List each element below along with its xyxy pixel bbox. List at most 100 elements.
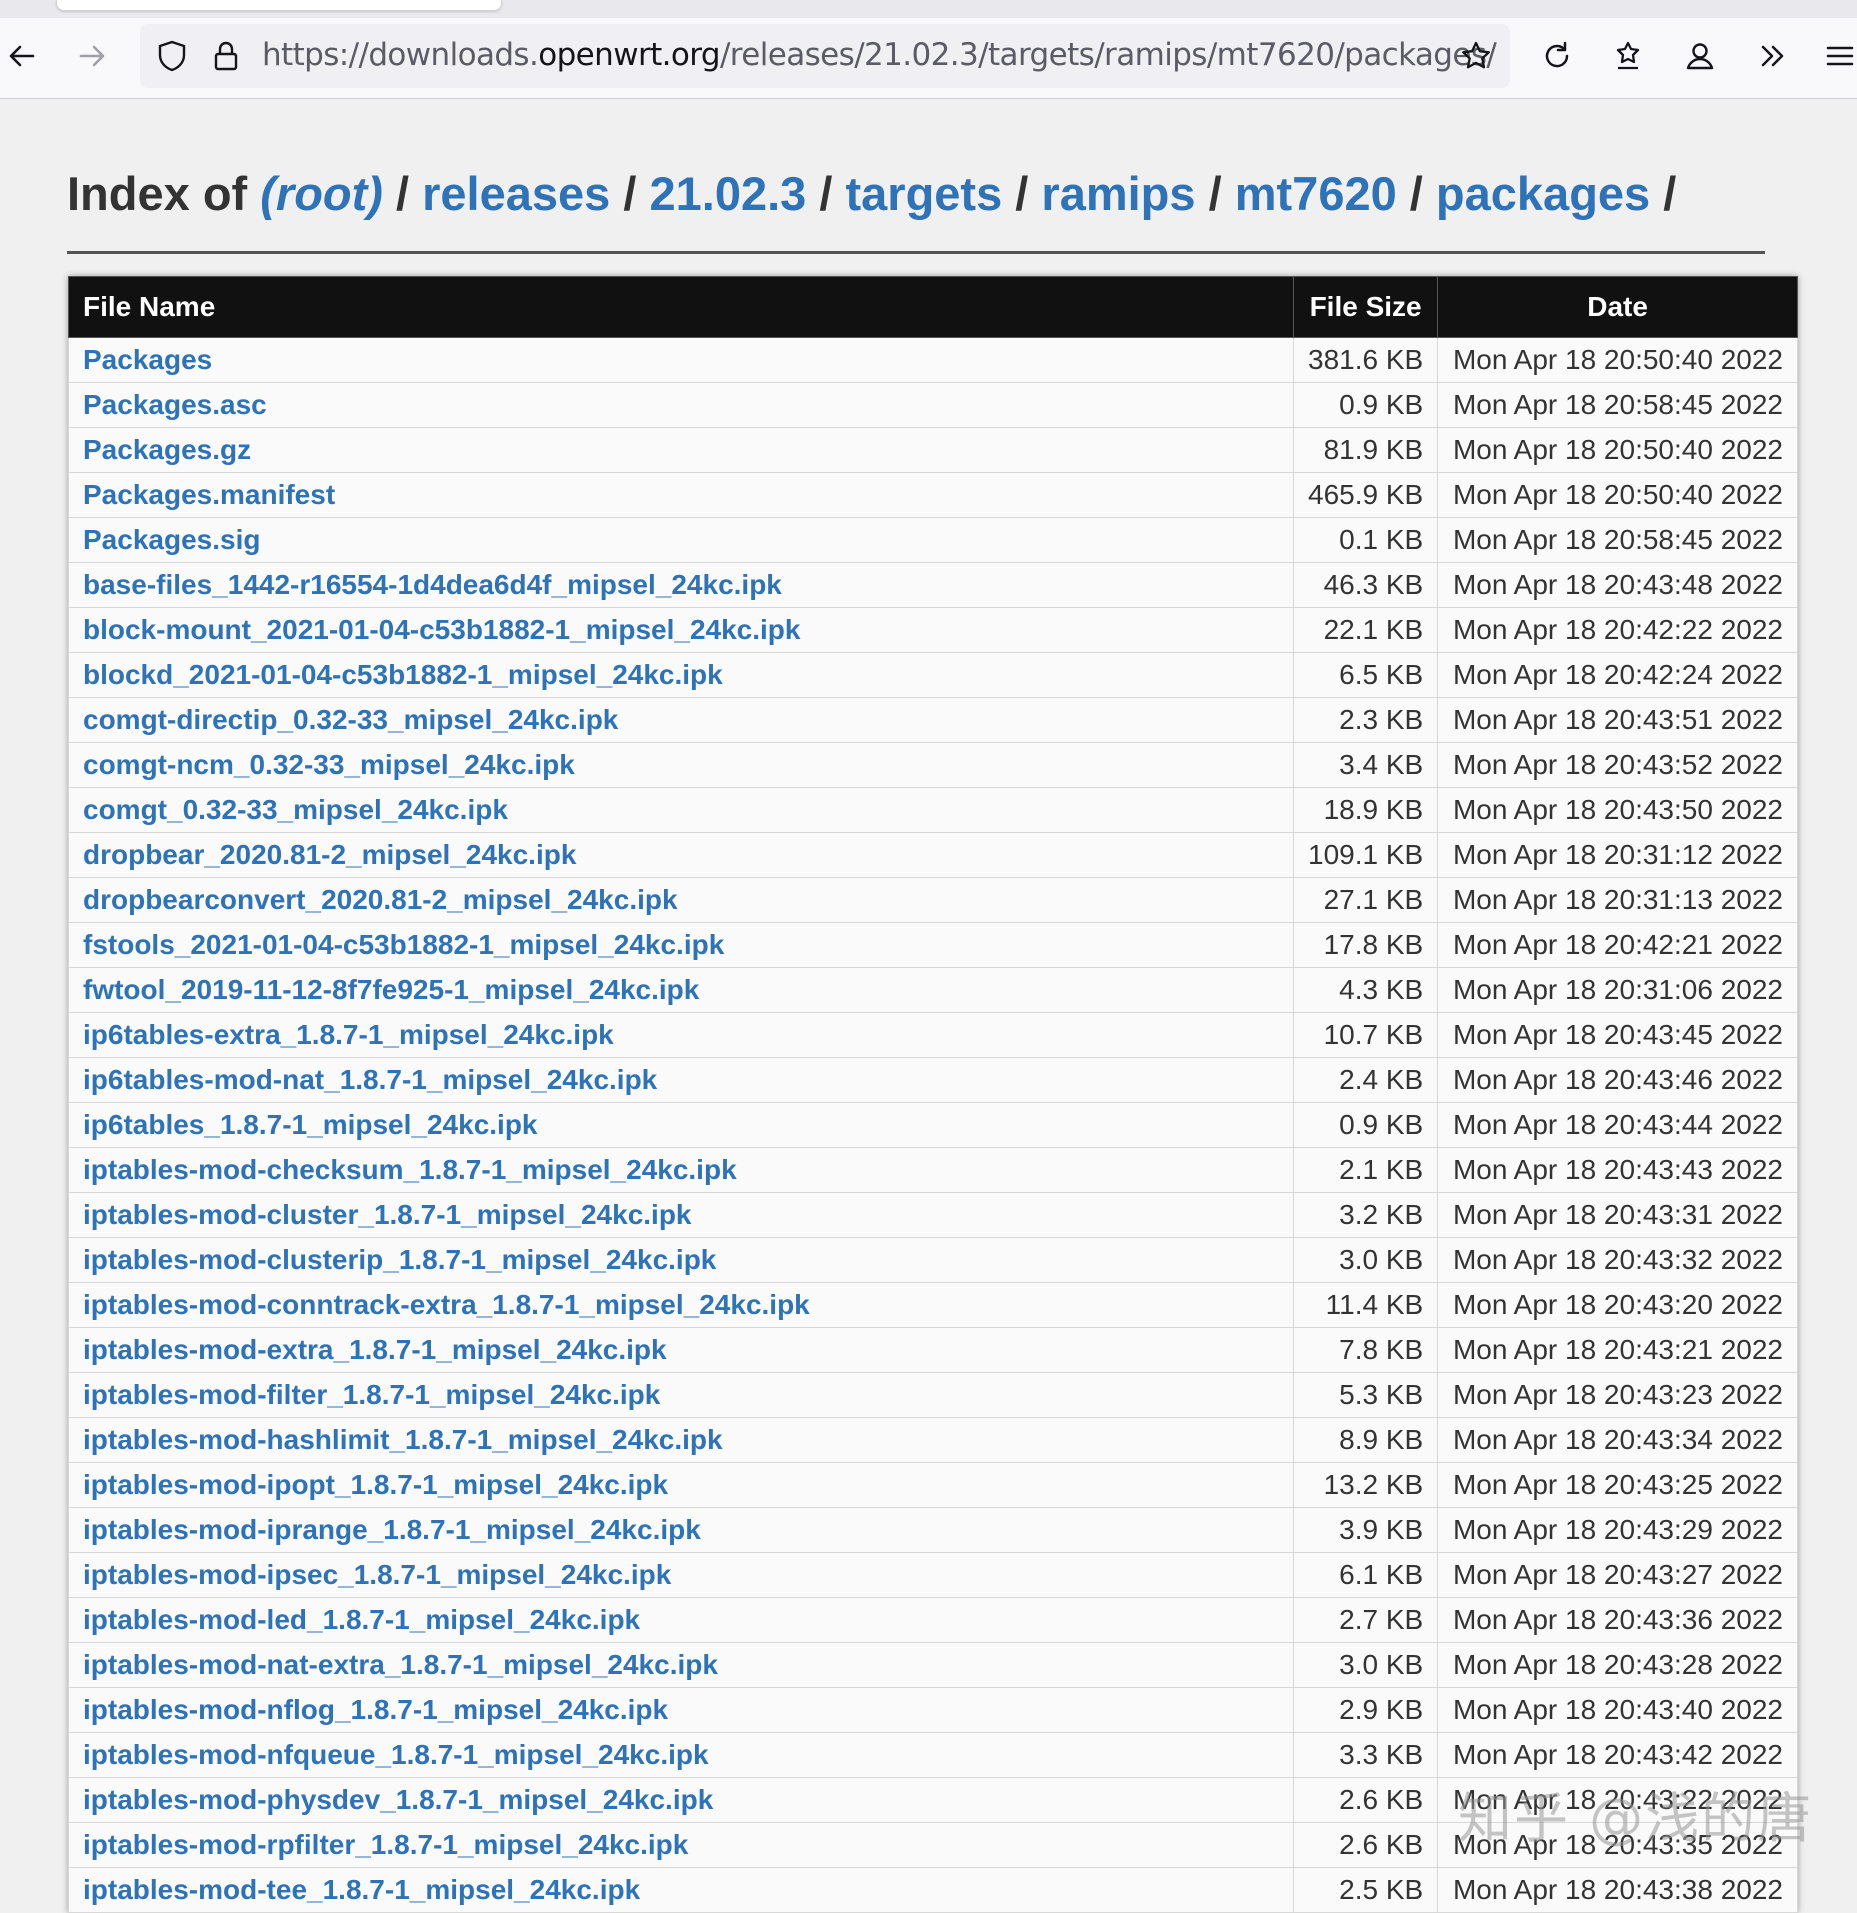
back-button[interactable] <box>0 34 44 78</box>
file-link[interactable]: iptables-mod-led_1.8.7-1_mipsel_24kc.ipk <box>83 1604 640 1635</box>
breadcrumb-root[interactable]: (root) <box>260 167 383 220</box>
table-row: ip6tables_1.8.7-1_mipsel_24kc.ipk 0.9 KB M… <box>68 1102 1798 1148</box>
file-link[interactable]: iptables-mod-ipopt_1.8.7-1_mipsel_24kc.i… <box>83 1469 668 1500</box>
file-name-cell: ip6tables_1.8.7-1_mipsel_24kc.ipk <box>68 1102 1294 1148</box>
breadcrumb-separator: / <box>1208 167 1222 220</box>
breadcrumb-targets[interactable]: targets <box>845 167 1002 220</box>
file-date-cell: Mon Apr 18 20:43:46 2022 <box>1437 1057 1798 1103</box>
breadcrumb-packages[interactable]: packages <box>1436 167 1650 220</box>
menu-button[interactable] <box>1818 34 1857 78</box>
file-link[interactable]: iptables-mod-cluster_1.8.7-1_mipsel_24kc… <box>83 1199 692 1230</box>
file-link[interactable]: dropbear_2020.81-2_mipsel_24kc.ipk <box>83 839 576 870</box>
breadcrumb-releases[interactable]: releases <box>422 167 610 220</box>
extensions-button[interactable] <box>1606 34 1650 78</box>
file-link[interactable]: ip6tables_1.8.7-1_mipsel_24kc.ipk <box>83 1109 538 1140</box>
file-size-cell: 11.4 KB <box>1292 1282 1439 1328</box>
file-date-cell: Mon Apr 18 20:31:12 2022 <box>1437 832 1798 878</box>
active-tab[interactable] <box>56 0 502 11</box>
file-date-cell: Mon Apr 18 20:43:31 2022 <box>1437 1192 1798 1238</box>
table-row: Packages.gz 81.9 KB Mon Apr 18 20:50:40 20… <box>68 427 1798 473</box>
file-link[interactable]: fstools_2021-01-04-c53b1882-1_mipsel_24k… <box>83 929 724 960</box>
table-row: ip6tables-mod-nat_1.8.7-1_mipsel_24kc.ip… <box>68 1057 1798 1103</box>
file-link[interactable]: comgt-directip_0.32-33_mipsel_24kc.ipk <box>83 704 618 735</box>
breadcrumb-ramips[interactable]: ramips <box>1041 167 1195 220</box>
file-link[interactable]: Packages <box>83 344 212 375</box>
forward-button[interactable] <box>70 34 114 78</box>
file-link[interactable]: iptables-mod-clusterip_1.8.7-1_mipsel_24… <box>83 1244 716 1275</box>
file-date-cell: Mon Apr 18 20:58:45 2022 <box>1437 517 1798 563</box>
file-size-cell: 6.1 KB <box>1292 1552 1439 1598</box>
file-size-cell: 22.1 KB <box>1292 607 1439 653</box>
file-name-cell: Packages <box>68 337 1294 383</box>
browser-toolbar: https://downloads.openwrt.org/releases/2… <box>0 0 1857 99</box>
file-link[interactable]: comgt_0.32-33_mipsel_24kc.ipk <box>83 794 508 825</box>
file-link[interactable]: ip6tables-extra_1.8.7-1_mipsel_24kc.ipk <box>83 1019 614 1050</box>
file-date-cell: Mon Apr 18 20:50:40 2022 <box>1437 472 1798 518</box>
file-link[interactable]: iptables-mod-nflog_1.8.7-1_mipsel_24kc.i… <box>83 1694 668 1725</box>
file-link[interactable]: base-files_1442-r16554-1d4dea6d4f_mipsel… <box>83 569 782 600</box>
overflow-chevron-icon <box>1761 45 1784 67</box>
file-size-cell: 8.9 KB <box>1292 1417 1439 1463</box>
file-date-cell: Mon Apr 18 20:50:40 2022 <box>1437 337 1798 383</box>
file-size-cell: 381.6 KB <box>1292 337 1439 383</box>
file-link[interactable]: iptables-mod-hashlimit_1.8.7-1_mipsel_24… <box>83 1424 723 1455</box>
file-name-cell: comgt-directip_0.32-33_mipsel_24kc.ipk <box>68 697 1294 743</box>
file-link[interactable]: iptables-mod-ipsec_1.8.7-1_mipsel_24kc.i… <box>83 1559 671 1590</box>
file-link[interactable]: block-mount_2021-01-04-c53b1882-1_mipsel… <box>83 614 801 645</box>
file-name-cell: ip6tables-mod-nat_1.8.7-1_mipsel_24kc.ip… <box>68 1057 1294 1103</box>
file-size-cell: 0.9 KB <box>1292 382 1439 428</box>
file-link[interactable]: blockd_2021-01-04-c53b1882-1_mipsel_24kc… <box>83 659 723 690</box>
address-bar[interactable]: https://downloads.openwrt.org/releases/2… <box>140 24 1510 88</box>
shield-icon[interactable] <box>150 34 194 78</box>
file-link[interactable]: comgt-ncm_0.32-33_mipsel_24kc.ipk <box>83 749 575 780</box>
file-link[interactable]: iptables-mod-rpfilter_1.8.7-1_mipsel_24k… <box>83 1829 688 1860</box>
file-link[interactable]: iptables-mod-checksum_1.8.7-1_mipsel_24k… <box>83 1154 737 1185</box>
file-name-cell: iptables-mod-rpfilter_1.8.7-1_mipsel_24k… <box>68 1822 1294 1868</box>
file-size-cell: 6.5 KB <box>1292 652 1439 698</box>
table-row: blockd_2021-01-04-c53b1882-1_mipsel_24kc… <box>68 652 1798 698</box>
file-name-cell: Packages.gz <box>68 427 1294 473</box>
star-icon[interactable] <box>1454 34 1498 78</box>
column-header-file-name: File Name <box>68 276 1294 338</box>
file-size-cell: 3.9 KB <box>1292 1507 1439 1553</box>
table-row: iptables-mod-tee_1.8.7-1_mipsel_24kc.ipk… <box>68 1867 1798 1913</box>
reload-button[interactable] <box>1535 34 1579 78</box>
file-link[interactable]: ip6tables-mod-nat_1.8.7-1_mipsel_24kc.ip… <box>83 1064 657 1095</box>
file-link[interactable]: iptables-mod-filter_1.8.7-1_mipsel_24kc.… <box>83 1379 660 1410</box>
file-link[interactable]: iptables-mod-tee_1.8.7-1_mipsel_24kc.ipk <box>83 1874 640 1905</box>
file-name-cell: iptables-mod-iprange_1.8.7-1_mipsel_24kc… <box>68 1507 1294 1553</box>
file-name-cell: iptables-mod-extra_1.8.7-1_mipsel_24kc.i… <box>68 1327 1294 1373</box>
account-button[interactable] <box>1678 34 1722 78</box>
title-prefix: Index of <box>67 167 248 220</box>
file-link[interactable]: fwtool_2019-11-12-8f7fe925-1_mipsel_24kc… <box>83 974 699 1005</box>
url-host: openwrt.org <box>538 37 720 73</box>
table-row: iptables-mod-extra_1.8.7-1_mipsel_24kc.i… <box>68 1327 1798 1373</box>
file-link[interactable]: iptables-mod-nfqueue_1.8.7-1_mipsel_24kc… <box>83 1739 709 1770</box>
file-link[interactable]: Packages.asc <box>83 389 267 420</box>
column-header-date: Date <box>1437 276 1798 338</box>
column-header-file-size: File Size <box>1292 276 1439 338</box>
extensions-icon <box>1616 41 1640 70</box>
file-date-cell: Mon Apr 18 20:43:44 2022 <box>1437 1102 1798 1148</box>
file-link[interactable]: iptables-mod-extra_1.8.7-1_mipsel_24kc.i… <box>83 1334 667 1365</box>
file-link[interactable]: Packages.gz <box>83 434 251 465</box>
table-row: iptables-mod-iprange_1.8.7-1_mipsel_24kc… <box>68 1507 1798 1553</box>
file-link[interactable]: Packages.sig <box>83 524 260 555</box>
file-name-cell: comgt-ncm_0.32-33_mipsel_24kc.ipk <box>68 742 1294 788</box>
table-row: Packages.asc 0.9 KB Mon Apr 18 20:58:45 20… <box>68 382 1798 428</box>
lock-icon[interactable] <box>204 34 248 78</box>
breadcrumb-version[interactable]: 21.02.3 <box>649 167 806 220</box>
file-link[interactable]: iptables-mod-nat-extra_1.8.7-1_mipsel_24… <box>83 1649 718 1680</box>
file-link[interactable]: iptables-mod-conntrack-extra_1.8.7-1_mip… <box>83 1289 810 1320</box>
file-link[interactable]: iptables-mod-iprange_1.8.7-1_mipsel_24kc… <box>83 1514 701 1545</box>
breadcrumb-mt7620[interactable]: mt7620 <box>1235 167 1397 220</box>
file-name-cell: Packages.manifest <box>68 472 1294 518</box>
file-link[interactable]: iptables-mod-physdev_1.8.7-1_mipsel_24kc… <box>83 1784 713 1815</box>
breadcrumb-separator: / <box>623 167 637 220</box>
file-link[interactable]: dropbearconvert_2020.81-2_mipsel_24kc.ip… <box>83 884 678 915</box>
table-row: iptables-mod-checksum_1.8.7-1_mipsel_24k… <box>68 1147 1798 1193</box>
overflow-button[interactable] <box>1750 34 1794 78</box>
file-date-cell: Mon Apr 18 20:43:27 2022 <box>1437 1552 1798 1598</box>
file-link[interactable]: Packages.manifest <box>83 479 335 510</box>
url-text[interactable]: https://downloads.openwrt.org/releases/2… <box>262 37 1497 73</box>
